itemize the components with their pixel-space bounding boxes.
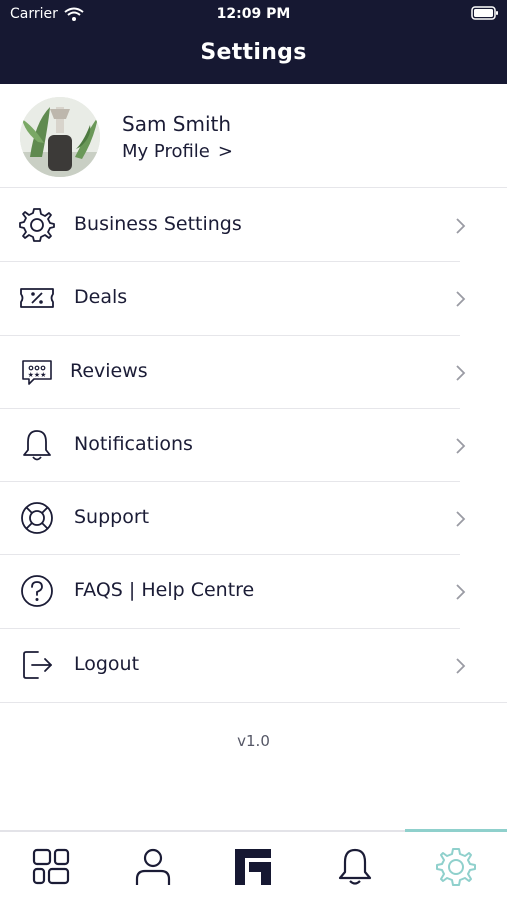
tab-bar (0, 829, 507, 900)
menu-item-reviews[interactable]: ★★★ Reviews (0, 336, 507, 409)
chevron-right-icon: > (217, 141, 233, 162)
profile-section[interactable]: Sam Smith My Profile > (0, 84, 507, 188)
gear-icon[interactable] (435, 846, 477, 888)
person-icon[interactable] (132, 846, 174, 888)
menu-item-label: Reviews (70, 359, 148, 382)
menu-item-label: Business Settings (74, 213, 242, 235)
question-circle-icon (21, 575, 53, 608)
menu-item-label: Logout (74, 652, 140, 675)
my-profile-link[interactable]: My Profile > (122, 141, 233, 162)
gear-icon (19, 208, 55, 242)
active-tab-indicator (405, 829, 507, 832)
chevron-right-icon (456, 291, 466, 307)
reviews-chat-stars-icon: ★★★ (22, 359, 52, 385)
logout-icon (23, 650, 52, 679)
status-bar: Carrier 12:09 PM (0, 0, 507, 28)
app-version: v1.0 (237, 732, 270, 750)
profile-name: Sam Smith (122, 112, 232, 136)
menu-item-label: Deals (74, 286, 128, 309)
bell-icon[interactable] (334, 846, 376, 888)
divider (0, 702, 507, 703)
bell-icon (23, 429, 51, 461)
menu-item-deals[interactable]: Deals (0, 262, 507, 336)
chevron-right-icon (456, 584, 466, 601)
status-time: 12:09 PM (216, 6, 291, 22)
dashboard-icon[interactable] (30, 846, 72, 888)
page-title: Settings (200, 40, 307, 65)
menu-item-label: Notifications (74, 432, 193, 455)
menu-item-label: Support (74, 506, 150, 529)
lifebuoy-icon (21, 502, 53, 535)
menu-item-faqs-help-centre[interactable]: FAQS | Help Centre (0, 555, 507, 629)
svg-text:★★★: ★★★ (28, 371, 47, 379)
chevron-right-icon (456, 364, 466, 381)
settings-menu: Business Settings Deals ★★★ Reviews Noti… (0, 189, 507, 702)
avatar[interactable] (20, 97, 100, 177)
top-header: Carrier 12:09 PM Settings (0, 0, 507, 84)
menu-item-logout[interactable]: Logout (0, 629, 507, 702)
ticket-percent-icon (20, 288, 54, 309)
chevron-right-icon (456, 218, 466, 234)
battery-icon (471, 6, 498, 20)
menu-item-business-settings[interactable]: Business Settings (0, 189, 507, 263)
menu-item-label: FAQS | Help Centre (74, 579, 255, 602)
menu-item-notifications[interactable]: Notifications (0, 409, 507, 483)
menu-item-support[interactable]: Support (0, 482, 507, 556)
chevron-right-icon (456, 438, 466, 454)
brand-logo-icon[interactable] (232, 846, 274, 888)
my-profile-label: My Profile (122, 141, 210, 162)
avatar-image (20, 97, 100, 177)
chevron-right-icon (456, 658, 466, 674)
chevron-right-icon (456, 511, 466, 527)
